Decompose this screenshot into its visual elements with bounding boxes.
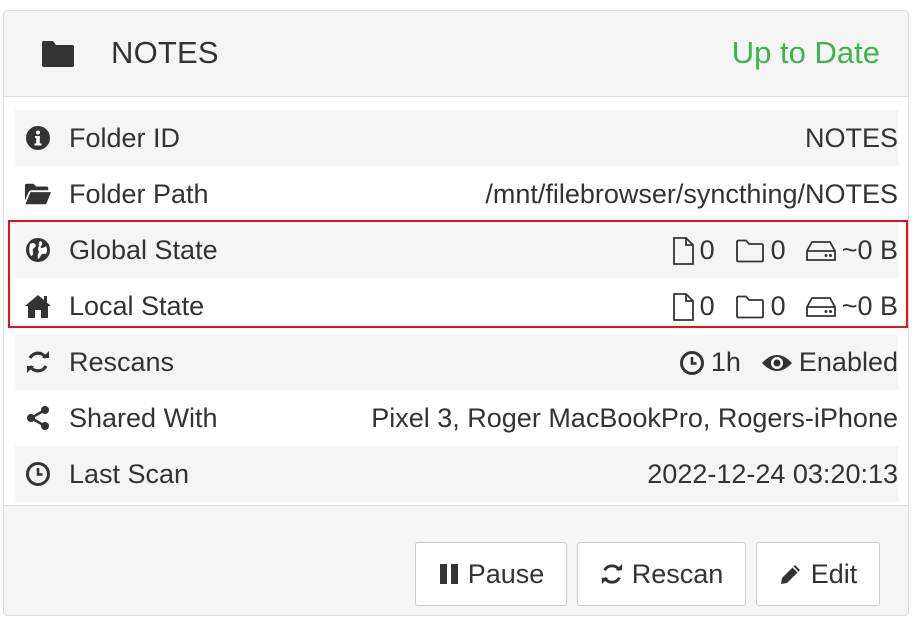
folder-open-icon (24, 180, 52, 208)
refresh-icon (601, 563, 622, 585)
rescan-button-label: Rescan (631, 558, 724, 589)
global-files-count: 0 (699, 235, 715, 265)
clock-icon (24, 460, 52, 488)
pencil-icon (780, 565, 800, 584)
global-size-stat: ~0 B (805, 235, 898, 266)
folder-id-row: Folder ID NOTES (15, 110, 898, 166)
global-files-stat: 0 (672, 235, 715, 266)
local-size-stat: ~0 B (805, 291, 898, 322)
local-dirs-stat: 0 (735, 291, 786, 322)
share-icon (24, 404, 52, 432)
local-state-row: Local State 0 0 ~0 B (15, 278, 898, 334)
local-state-label: Local State (69, 291, 205, 321)
pause-button-label: Pause (467, 558, 545, 589)
folder-icon (40, 39, 76, 69)
watcher-stat: Enabled (761, 347, 898, 378)
rescan-button[interactable]: Rescan (577, 542, 746, 606)
global-size-value: ~0 B (841, 235, 898, 265)
last-scan-label: Last Scan (69, 459, 190, 489)
globe-icon (24, 236, 52, 264)
folder-outline-icon (735, 239, 764, 262)
folder-panel-body: Folder ID NOTES Folder Path /mnt/filebro… (4, 97, 908, 505)
file-icon (672, 292, 694, 321)
rescans-label: Rescans (69, 347, 175, 377)
eye-icon (761, 354, 792, 371)
folder-path-value: /mnt/filebrowser/syncthing/NOTES (485, 179, 898, 209)
refresh-icon (24, 348, 52, 376)
global-state-value: 0 0 ~0 B (672, 235, 898, 266)
global-dirs-stat: 0 (735, 235, 786, 266)
folder-name: NOTES (111, 35, 219, 70)
folder-panel: NOTES Up to Date Folder ID NOTES Folder … (3, 10, 909, 616)
shared-with-row: Shared With Pixel 3, Roger MacBookPro, R… (15, 390, 898, 446)
pause-icon (439, 564, 458, 584)
global-state-label: Global State (69, 235, 218, 265)
last-scan-row: Last Scan 2022-12-24 03:20:13 (15, 446, 898, 502)
file-icon (672, 236, 694, 265)
folder-path-label: Folder Path (69, 179, 209, 209)
info-circle-icon (24, 124, 52, 152)
global-dirs-count: 0 (770, 235, 786, 265)
folder-info-table: Folder ID NOTES Folder Path /mnt/filebro… (15, 110, 898, 502)
watcher-status: Enabled (798, 347, 898, 377)
home-icon (24, 292, 52, 320)
folder-panel-heading[interactable]: NOTES Up to Date (4, 11, 908, 97)
pause-button[interactable]: Pause (415, 542, 567, 606)
folder-outline-icon (735, 295, 764, 318)
shared-with-label: Shared With (69, 403, 218, 433)
rescans-value: 1h Enabled (679, 347, 898, 378)
folder-id-label: Folder ID (69, 123, 181, 153)
local-files-count: 0 (699, 291, 715, 321)
edit-button[interactable]: Edit (756, 542, 880, 606)
rescan-interval: 1h (710, 347, 741, 377)
folder-path-row: Folder Path /mnt/filebrowser/syncthing/N… (15, 166, 898, 222)
clock-icon (679, 350, 704, 375)
hdd-icon (805, 240, 836, 261)
last-scan-value: 2022-12-24 03:20:13 (647, 459, 898, 489)
folder-panel-footer: Pause Rescan Edit (4, 505, 908, 615)
edit-button-label: Edit (810, 558, 858, 589)
global-state-row: Global State 0 0 ~0 B (15, 222, 898, 278)
local-state-value: 0 0 ~0 B (672, 291, 898, 322)
folder-id-value: NOTES (804, 123, 898, 153)
rescans-row: Rescans 1h Enabled (15, 334, 898, 390)
shared-with-value: Pixel 3, Roger MacBookPro, Rogers-iPhone (371, 403, 898, 433)
local-dirs-count: 0 (770, 291, 786, 321)
folder-status: Up to Date (731, 35, 880, 70)
local-size-value: ~0 B (841, 291, 898, 321)
local-files-stat: 0 (672, 291, 715, 322)
hdd-icon (805, 296, 836, 317)
rescan-interval-stat: 1h (679, 347, 741, 378)
